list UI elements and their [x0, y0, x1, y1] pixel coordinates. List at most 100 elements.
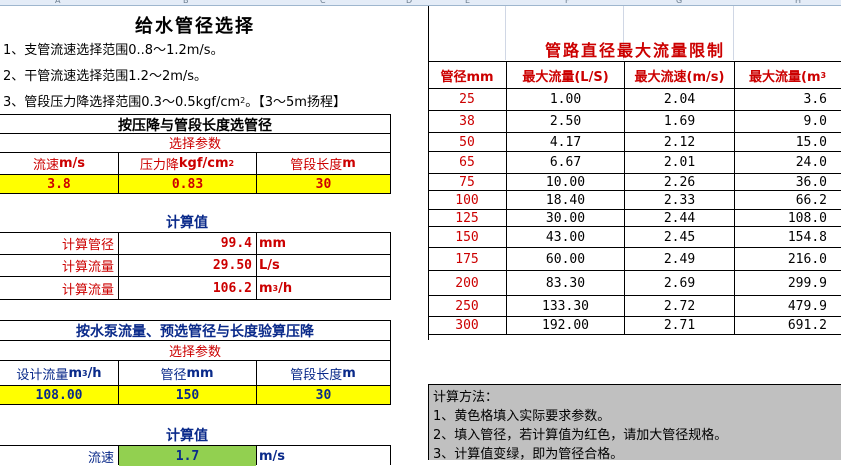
s2-length-input[interactable]: 30 — [257, 386, 390, 404]
s1-result-value-flow-ls[interactable]: 29.50 — [118, 255, 256, 276]
sheet-title[interactable]: 给水管径选择 — [0, 12, 390, 38]
limits-header-diameter[interactable]: 管径mm — [428, 61, 506, 89]
method-line-0[interactable]: 计算方法： — [430, 386, 840, 405]
s2-result-label-velocity[interactable]: 流速 — [0, 446, 118, 466]
limits-cell-max-flow-ls[interactable]: 83.30 — [506, 271, 624, 296]
s1-result-unit-diameter[interactable]: mm — [256, 233, 390, 254]
note-1[interactable]: 1、支管流速选择范围0..8～1.2m/s。 — [0, 37, 420, 59]
limits-cell-diameter[interactable]: 200 — [428, 271, 506, 296]
limits-cell-max-velocity[interactable]: 2.26 — [624, 174, 734, 191]
limits-cell-max-flow-ls[interactable]: 30.00 — [506, 210, 624, 227]
column-header-g[interactable]: G — [676, 0, 682, 5]
limits-cell-max-velocity[interactable]: 2.01 — [624, 152, 734, 174]
s2-header-length[interactable]: 管段长度 m — [256, 361, 390, 385]
limits-cell-diameter[interactable]: 75 — [428, 174, 506, 191]
limits-header-max-flow-m3h[interactable]: 最大流量(m 3 — [734, 61, 841, 89]
column-header-d[interactable]: D — [406, 0, 412, 5]
s2-header-diameter[interactable]: 管径 mm — [118, 361, 256, 385]
limits-cell-max-flow-m3h[interactable]: 299.9 — [734, 271, 841, 296]
limits-header-max-velocity-text: 最大流速(m/s) — [634, 69, 725, 85]
limits-cell-max-flow-m3h[interactable]: 108.0 — [734, 210, 841, 227]
method-line-1[interactable]: 1、黄色格填入实际要求参数。 — [430, 405, 840, 424]
limits-cell-diameter[interactable]: 250 — [428, 296, 506, 317]
s2-result-value-velocity[interactable]: 1.7 — [119, 446, 256, 466]
s2-flow-input[interactable]: 108.00 — [0, 386, 118, 404]
limits-cell-max-velocity[interactable]: 2.44 — [624, 210, 734, 227]
s1-header-pressure[interactable]: 压力降 kgf/cm 2 — [118, 153, 256, 174]
column-header-f[interactable]: F — [565, 0, 570, 5]
limits-cell-diameter[interactable]: 38 — [428, 111, 506, 133]
limits-cell-max-flow-m3h[interactable]: 24.0 — [734, 152, 841, 174]
limits-title[interactable]: 管路直径最大流量限制 — [429, 37, 841, 61]
s1-calc-title[interactable]: 计算值 — [118, 212, 256, 232]
limits-cell-diameter[interactable]: 300 — [428, 317, 506, 335]
s1-result-value-diameter[interactable]: 99.4 — [118, 233, 256, 254]
limits-cell-max-flow-ls[interactable]: 60.00 — [506, 248, 624, 271]
s1-header-length[interactable]: 管段长度 m — [256, 153, 390, 174]
column-header-h[interactable]: H — [795, 0, 801, 5]
limits-cell-diameter[interactable]: 50 — [428, 133, 506, 152]
limits-cell-max-flow-ls[interactable]: 2.50 — [506, 111, 624, 133]
limits-cell-diameter[interactable]: 125 — [428, 210, 506, 227]
s1-result-label-flow-m3h[interactable]: 计算流量 — [0, 277, 118, 299]
section1-subtitle[interactable]: 选择参数 — [0, 133, 390, 152]
s2-header-flow[interactable]: 设计流量 m 3/h — [0, 361, 118, 385]
note-2[interactable]: 2、干管流速选择范围1.2～2m/s。 — [0, 63, 420, 85]
limits-cell-max-flow-m3h[interactable]: 66.2 — [734, 191, 841, 210]
limits-cell-max-flow-m3h[interactable]: 691.2 — [734, 317, 841, 335]
limits-cell-max-velocity[interactable]: 2.04 — [624, 89, 734, 111]
limits-cell-max-flow-m3h[interactable]: 3.6 — [734, 89, 841, 111]
s1-result-value-flow-m3h[interactable]: 106.2 — [118, 277, 256, 299]
s1-length-input[interactable]: 30 — [257, 175, 390, 193]
limits-cell-diameter[interactable]: 65 — [428, 152, 506, 174]
s2-diameter-input[interactable]: 150 — [119, 386, 256, 404]
limits-cell-max-flow-ls[interactable]: 18.40 — [506, 191, 624, 210]
limits-cell-max-flow-m3h[interactable]: 15.0 — [734, 133, 841, 152]
limits-cell-diameter[interactable]: 100 — [428, 191, 506, 210]
limits-cell-max-flow-ls[interactable]: 6.67 — [506, 152, 624, 174]
limits-cell-max-velocity[interactable]: 2.49 — [624, 248, 734, 271]
section1-title[interactable]: 按压降与管段长度选管径 — [0, 115, 390, 134]
limits-cell-max-flow-m3h[interactable]: 216.0 — [734, 248, 841, 271]
note-3[interactable]: 3、管段压力降选择范围0.3～0.5kgf/cm 2 。【3～5m扬程】 — [0, 89, 420, 111]
limits-cell-max-velocity[interactable]: 1.69 — [624, 111, 734, 133]
column-header-a[interactable]: A — [55, 0, 60, 5]
s2-result-unit-velocity[interactable]: m/s — [256, 446, 390, 466]
column-header-b[interactable]: B — [183, 0, 189, 5]
limits-cell-max-flow-ls[interactable]: 43.00 — [506, 227, 624, 248]
limits-header-max-flow-ls[interactable]: 最大流量(L/S) — [506, 61, 624, 89]
limits-cell-max-flow-ls[interactable]: 1.00 — [506, 89, 624, 111]
s1-result-unit-flow-ls[interactable]: L/s — [256, 255, 390, 276]
limits-cell-max-velocity[interactable]: 2.12 — [624, 133, 734, 152]
column-header-c[interactable]: C — [320, 0, 326, 5]
column-header-e[interactable]: E — [465, 0, 470, 5]
section2-subtitle[interactable]: 选择参数 — [0, 341, 390, 360]
method-line-2[interactable]: 2、填入管径，若计算值为红色，请加大管径规格。 — [430, 424, 840, 443]
limits-cell-max-flow-ls[interactable]: 10.00 — [506, 174, 624, 191]
limits-cell-max-flow-ls[interactable]: 133.30 — [506, 296, 624, 317]
s1-pressure-input[interactable]: 0.83 — [119, 175, 256, 193]
limits-cell-diameter[interactable]: 25 — [428, 89, 506, 111]
section2-title[interactable]: 按水泵流量、预选管径与长度验算压降 — [0, 321, 390, 340]
limits-cell-max-velocity[interactable]: 2.45 — [624, 227, 734, 248]
limits-header-max-velocity[interactable]: 最大流速(m/s) — [624, 61, 734, 89]
limits-cell-max-velocity[interactable]: 2.69 — [624, 271, 734, 296]
limits-cell-max-flow-ls[interactable]: 192.00 — [506, 317, 624, 335]
s1-velocity-input[interactable]: 3.8 — [0, 175, 118, 193]
limits-cell-max-velocity[interactable]: 2.72 — [624, 296, 734, 317]
method-line-3[interactable]: 3、计算值变绿，即为管径合格。 — [430, 443, 840, 462]
s1-result-unit-flow-m3h[interactable]: m 3/h — [256, 277, 390, 299]
limits-cell-max-flow-m3h[interactable]: 9.0 — [734, 111, 841, 133]
s2-calc-title[interactable]: 计算值 — [118, 425, 256, 445]
limits-cell-diameter[interactable]: 150 — [428, 227, 506, 248]
limits-cell-max-flow-m3h[interactable]: 36.0 — [734, 174, 841, 191]
limits-cell-max-velocity[interactable]: 2.33 — [624, 191, 734, 210]
s1-result-label-flow-ls[interactable]: 计算流量 — [0, 255, 118, 276]
s1-result-label-diameter[interactable]: 计算管径 — [0, 233, 118, 254]
limits-cell-max-velocity[interactable]: 2.71 — [624, 317, 734, 335]
limits-cell-diameter[interactable]: 175 — [428, 248, 506, 271]
limits-cell-max-flow-m3h[interactable]: 154.8 — [734, 227, 841, 248]
limits-cell-max-flow-m3h[interactable]: 479.9 — [734, 296, 841, 317]
s1-header-velocity[interactable]: 流速 m/s — [0, 153, 118, 174]
limits-cell-max-flow-ls[interactable]: 4.17 — [506, 133, 624, 152]
